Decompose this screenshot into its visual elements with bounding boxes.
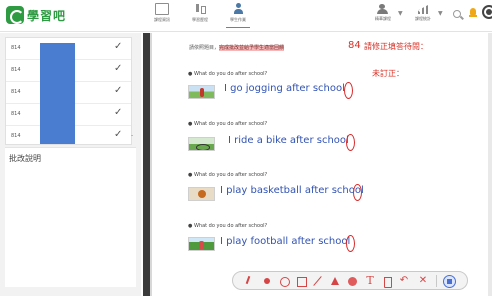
panel-divider[interactable] [143,33,150,296]
text-tool-icon[interactable]: T [364,275,376,287]
user-avatar-icon[interactable] [482,5,492,19]
top-bar: 學習吧 課程資訊 學習歷程 學生作業 精華課程 ▼ 課程統計 ▼ [0,0,492,32]
redacted-names [40,43,75,144]
pen-icon[interactable] [242,275,254,287]
line-icon[interactable] [312,275,324,287]
save-icon[interactable] [443,275,456,288]
tab-learning-history[interactable]: 學習歷程 [186,3,214,23]
check-icon: ✓ [114,63,123,74]
menu-label: 課程統計 [415,16,431,21]
logo-icon [6,6,24,24]
notes-panel: 批改說明 [5,147,136,287]
chevron-down-icon[interactable]: ▼ [398,10,403,17]
tile-icon [155,3,169,15]
trash-icon[interactable] [381,275,393,288]
answer-thumbnail[interactable] [188,237,215,251]
check-icon: ✓ [114,41,123,52]
answer-thumbnail[interactable] [188,187,215,201]
page-edge [488,33,492,296]
student-id: 814 [11,45,21,51]
student-id: 814 [11,111,21,117]
bars-icon [416,3,430,15]
unrevised-status: 未訂正： [372,69,404,78]
student-icon [231,3,245,15]
dot-icon[interactable] [261,275,273,287]
score: 84 [348,40,361,51]
annotation-mark[interactable] [353,184,362,201]
toolbar-separator [436,275,437,287]
tab-student-work[interactable]: 學生作業 [224,3,252,28]
instruction-highlight: 完成批改並給予學生適當回饋 [219,45,285,51]
close-icon[interactable]: ✕ [417,275,429,287]
chevron-down-icon[interactable]: ▼ [438,10,443,17]
answer-text: I play football after school [220,236,351,247]
menu-statistics[interactable]: 課程統計 [410,3,436,22]
tab-label: 學習歷程 [192,17,208,22]
answer-text: I play basketball after school [220,185,364,196]
answer-text: I go jogging after school [224,83,345,94]
menu-featured[interactable]: 精華課程 [370,3,396,22]
stamp-icon[interactable] [346,275,358,287]
submission-view: 請依照題目，完成批改並給予學生適當回饋 84 請修正填答待閱： 未訂正： ● W… [152,33,492,296]
menu-label: 精華課程 [375,16,391,21]
student-id: 814 [11,67,21,73]
check-icon: ✓ [114,129,123,140]
annotation-mark[interactable] [344,82,353,99]
undo-icon[interactable]: ↶ [398,275,410,287]
answer-text: I ride a bike after school [228,135,349,146]
app-logo[interactable]: 學習吧 [6,6,66,24]
question-prompt: ● What do you do after school? [188,172,268,178]
student-id: 814 [11,133,21,139]
notes-title: 批改說明 [9,154,41,163]
logo-text: 學習吧 [27,8,67,23]
tab-course-info[interactable]: 課程資訊 [148,3,176,23]
question-prompt: ● What do you do after school? [188,71,268,77]
question-prompt: ● What do you do after school? [188,223,268,229]
tab-label: 學生作業 [230,17,246,22]
circle-icon[interactable] [278,275,290,287]
rectangle-icon[interactable] [295,275,307,287]
tab-label: 課程資訊 [154,17,170,22]
annotation-mark[interactable] [346,235,355,252]
answer-thumbnail[interactable] [188,85,215,99]
check-icon: ✓ [114,85,123,96]
student-roster: 814 ✓ 814 ✓ 814 ✓ 814 ✓ 814 ✓ [5,37,132,145]
left-panel: 814 ✓ 814 ✓ 814 ✓ 814 ✓ 814 ✓ - 批改說明 [0,33,141,296]
scroll-marker: - [131,132,134,139]
question-prompt: ● What do you do after school? [188,121,268,127]
bell-icon[interactable] [469,8,477,18]
review-status: 請修正填答待閱： [364,42,428,51]
scan-icon [193,3,207,15]
annotation-mark[interactable] [346,134,355,151]
arrow-icon[interactable] [329,275,341,287]
answer-thumbnail[interactable] [188,137,215,151]
instruction-prefix: 請依照題目， [189,45,220,51]
instruction-line: 請依照題目，完成批改並給予學生適當回饋 [189,44,285,51]
student-id: 814 [11,89,21,95]
group-icon [376,3,390,15]
annotation-toolbar: T ↶ ✕ [232,271,468,290]
check-icon: ✓ [114,107,123,118]
search-icon[interactable] [453,10,461,18]
